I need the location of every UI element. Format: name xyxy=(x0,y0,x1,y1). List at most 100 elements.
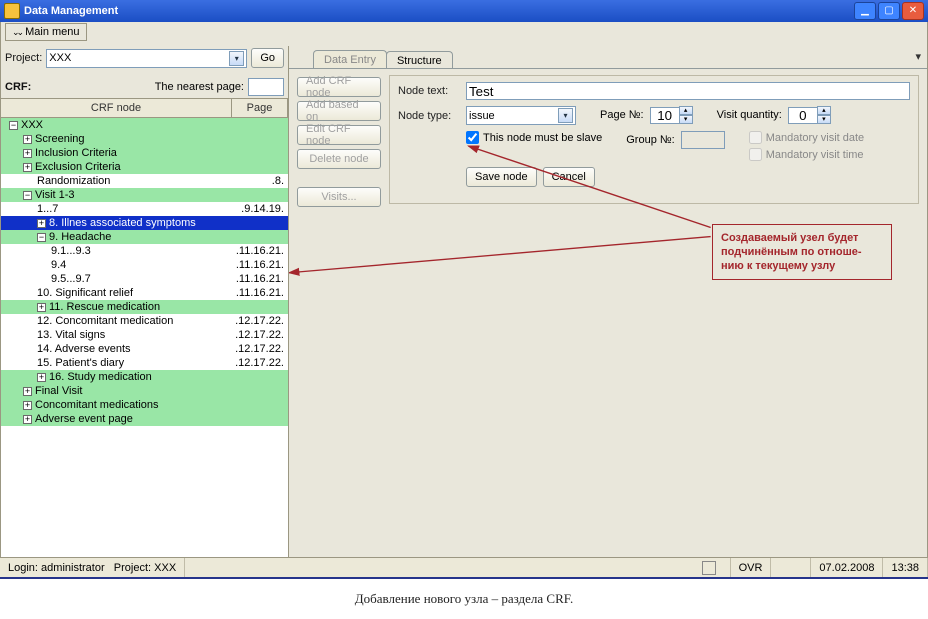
tree-row-label: +Screening xyxy=(5,132,232,146)
visit-qty-spinner[interactable]: ▴▾ xyxy=(788,106,831,124)
node-type-label: Node type: xyxy=(398,110,460,122)
edit-crf-node-button[interactable]: Edit CRF node xyxy=(297,125,381,145)
group-n-label: Group №: xyxy=(626,134,675,146)
tree-row[interactable]: −Visit 1-3 xyxy=(1,188,288,202)
maximize-button[interactable]: ▢ xyxy=(878,2,900,20)
spinner-buttons[interactable]: ▴▾ xyxy=(679,106,693,124)
slave-checkbox[interactable]: This node must be slave xyxy=(466,131,602,144)
tree-row[interactable]: 13. Vital signs.12.17.22. xyxy=(1,328,288,342)
tree-row[interactable]: −9. Headache xyxy=(1,230,288,244)
tab-data-entry[interactable]: Data Entry xyxy=(313,50,387,68)
tree-row-label: −9. Headache xyxy=(5,230,232,244)
tab-strip: Data Entry Structure ▾ xyxy=(289,46,927,68)
tree-row-label: 12. Concomitant medication xyxy=(5,314,232,328)
expand-icon[interactable]: + xyxy=(23,149,32,158)
save-node-button[interactable]: Save node xyxy=(466,167,537,187)
tree-row[interactable]: 12. Concomitant medication.12.17.22. xyxy=(1,314,288,328)
tree-row[interactable]: +11. Rescue medication xyxy=(1,300,288,314)
tree-row[interactable]: −XXX xyxy=(1,118,288,132)
tree-header: CRF node Page xyxy=(1,98,288,118)
add-based-on-button[interactable]: Add based on xyxy=(297,101,381,121)
collapse-icon[interactable]: − xyxy=(9,121,18,130)
expand-icon[interactable]: + xyxy=(23,387,32,396)
tree-row-label: +16. Study medication xyxy=(5,370,232,384)
annotation-line: Создаваемый узел будет xyxy=(721,231,883,245)
tree-row[interactable]: +Adverse event page xyxy=(1,412,288,426)
tree-row-page: .11.16.21. xyxy=(232,244,288,258)
page-n-input[interactable] xyxy=(650,107,680,124)
expand-icon[interactable]: + xyxy=(37,303,46,312)
expand-icon[interactable]: + xyxy=(23,401,32,410)
mandatory-date-checkbox: Mandatory visit date xyxy=(749,131,864,144)
tree-row-page: .12.17.22. xyxy=(232,356,288,370)
body-split: Project: XXX ▾ Go CRF: The nearest page:… xyxy=(1,46,927,558)
tree-row[interactable]: 9.4.11.16.21. xyxy=(1,258,288,272)
slave-checkbox-input[interactable] xyxy=(466,131,479,144)
window-buttons: ▁ ▢ ✕ xyxy=(854,2,924,20)
chevron-up-icon: ▴ xyxy=(817,106,831,115)
crf-tree[interactable]: −XXX+Screening+Inclusion Criteria+Exclus… xyxy=(1,118,288,558)
tree-row[interactable]: +Screening xyxy=(1,132,288,146)
tab-structure[interactable]: Structure xyxy=(386,51,453,69)
node-type-select[interactable]: issue ▾ xyxy=(466,106,576,125)
expand-icon[interactable]: + xyxy=(37,373,46,382)
tab-overflow-icon[interactable]: ▾ xyxy=(915,50,921,63)
expand-icon[interactable]: + xyxy=(23,415,32,424)
tree-row-page: .12.17.22. xyxy=(232,314,288,328)
go-label: Go xyxy=(260,52,275,64)
delete-node-button[interactable]: Delete node xyxy=(297,149,381,169)
tree-row[interactable]: +Exclusion Criteria xyxy=(1,160,288,174)
mandatory-time-label: Mandatory visit time xyxy=(766,149,864,161)
expand-icon[interactable]: + xyxy=(23,135,32,144)
node-text-row: Node text: xyxy=(398,82,910,100)
tree-row[interactable]: 10. Significant relief.11.16.21. xyxy=(1,286,288,300)
go-button[interactable]: Go xyxy=(251,48,284,68)
title-bar: Data Management ▁ ▢ ✕ xyxy=(0,0,928,22)
tree-row[interactable]: +Concomitant medications xyxy=(1,398,288,412)
status-empty xyxy=(771,558,811,577)
expand-icon[interactable]: + xyxy=(23,163,32,172)
tree-row[interactable]: 1...7.9.14.19. xyxy=(1,202,288,216)
tree-row[interactable]: 9.5...9.7.11.16.21. xyxy=(1,272,288,286)
spinner-buttons[interactable]: ▴▾ xyxy=(817,106,831,124)
tree-row[interactable]: 9.1...9.3.11.16.21. xyxy=(1,244,288,258)
cancel-button[interactable]: Cancel xyxy=(543,167,595,187)
crf-label: CRF: xyxy=(5,81,31,93)
tree-row[interactable]: +16. Study medication xyxy=(1,370,288,384)
tree-row[interactable]: 15. Patient's diary.12.17.22. xyxy=(1,356,288,370)
tree-row-label: +Final Visit xyxy=(5,384,232,398)
main-menu-button[interactable]: ⌄⌄ Main menu xyxy=(5,23,87,41)
tree-row[interactable]: +Inclusion Criteria xyxy=(1,146,288,160)
tree-row-label: +Concomitant medications xyxy=(5,398,232,412)
tree-row-label: +8. Illnes associated symptoms xyxy=(5,216,232,230)
left-panel: Project: XXX ▾ Go CRF: The nearest page:… xyxy=(1,46,289,558)
project-row: Project: XXX ▾ Go xyxy=(1,46,288,70)
tree-row-label: 13. Vital signs xyxy=(5,328,232,342)
tree-row[interactable]: Randomization.8. xyxy=(1,174,288,188)
tree-row-label: +Exclusion Criteria xyxy=(5,160,232,174)
tree-row-label: Randomization xyxy=(5,174,232,188)
minimize-button[interactable]: ▁ xyxy=(854,2,876,20)
nearest-page-input[interactable] xyxy=(248,78,284,96)
tree-row[interactable]: +Final Visit xyxy=(1,384,288,398)
close-button[interactable]: ✕ xyxy=(902,2,924,20)
chevron-down-icon: ⌄⌄ xyxy=(12,27,21,38)
tree-row[interactable]: +8. Illnes associated symptoms xyxy=(1,216,288,230)
node-text-label: Node text: xyxy=(398,85,460,97)
maximize-icon: ▢ xyxy=(884,6,893,16)
collapse-icon[interactable]: − xyxy=(37,233,46,242)
expand-icon[interactable]: + xyxy=(37,219,46,228)
app-window: Data Management ▁ ▢ ✕ ⌄⌄ Main menu Proje… xyxy=(0,0,928,619)
save-cancel-row: Save node Cancel xyxy=(466,167,910,187)
visits-button[interactable]: Visits... xyxy=(297,187,381,207)
node-text-input[interactable] xyxy=(466,82,910,100)
collapse-icon[interactable]: − xyxy=(23,191,32,200)
page-n-spinner[interactable]: ▴▾ xyxy=(650,106,693,124)
visit-qty-input[interactable] xyxy=(788,107,818,124)
add-crf-node-button[interactable]: Add CRF node xyxy=(297,77,381,97)
tree-row-label: 9.4 xyxy=(5,258,232,272)
tree-row[interactable]: 14. Adverse events.12.17.22. xyxy=(1,342,288,356)
project-select[interactable]: XXX ▾ xyxy=(46,49,247,68)
square-icon xyxy=(702,561,716,575)
status-ovr: OVR xyxy=(731,558,772,577)
